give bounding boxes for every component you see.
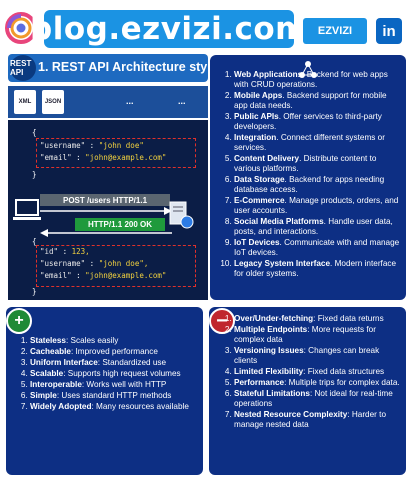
blog-url-banner[interactable]: blog.ezvizi.com bbox=[30, 10, 307, 48]
more-formats-ellipsis: ... bbox=[126, 96, 134, 106]
list-item: Social Media Platforms. Handle user data… bbox=[234, 217, 402, 237]
list-item: Stateless: Scales easily bbox=[30, 336, 200, 346]
list-item: Multiple Endpoints: More requests for co… bbox=[234, 325, 402, 345]
response-line: "id" : 123, bbox=[40, 247, 90, 256]
list-item: Simple: Uses standard HTTP methods bbox=[30, 391, 200, 401]
linkedin-icon[interactable]: in bbox=[376, 18, 402, 44]
list-item: Content Delivery. Distribute content to … bbox=[234, 154, 402, 174]
list-item: Versioning Issues: Changes can break cli… bbox=[234, 346, 402, 366]
rest-api-badge-icon: REST API bbox=[10, 55, 36, 81]
server-globe-icon bbox=[169, 201, 194, 229]
request-line: "username" : "john doe" bbox=[40, 141, 144, 150]
page-title: 1. REST API Architecture style bbox=[38, 60, 218, 74]
ezvizi-badge[interactable]: EZVIZI bbox=[303, 18, 367, 44]
more-formats-ellipsis: ... bbox=[178, 96, 186, 106]
response-line: "username" : "john doe", bbox=[40, 259, 149, 268]
request-line: "email" : "john@example.com" bbox=[40, 153, 167, 162]
json-file-icon: JSON bbox=[42, 90, 64, 114]
list-item: Stateful Limitations: Not ideal for real… bbox=[234, 389, 402, 409]
list-item: Public APIs. Offer services to third-par… bbox=[234, 112, 402, 132]
use-cases-list: Web Applications. Backend for web apps w… bbox=[216, 70, 402, 279]
pros-plus-icon: + bbox=[6, 308, 32, 334]
list-item: Mobile Apps. Backend support for mobile … bbox=[234, 91, 402, 111]
response-line: "email" : "john@example.com" bbox=[40, 271, 167, 280]
list-item: IoT Devices. Communicate with and manage… bbox=[234, 238, 402, 258]
list-item: Limited Flexibility: Fixed data structur… bbox=[234, 367, 402, 377]
request-close-brace: } bbox=[32, 170, 37, 179]
post-request-label: POST /users HTTP/1.1 bbox=[40, 194, 170, 206]
list-item: Scalable: Supports high request volumes bbox=[30, 369, 200, 379]
response-arrow-icon bbox=[40, 229, 172, 237]
use-cases-list-container: Web Applications. Backend for web apps w… bbox=[216, 70, 402, 280]
list-item: Cacheable: Improved performance bbox=[30, 347, 200, 357]
cons-list: Over/Under-fetching: Fixed data returns … bbox=[216, 314, 402, 430]
list-item: Integration. Connect different systems o… bbox=[234, 133, 402, 153]
pros-list-container: Stateless: Scales easily Cacheable: Impr… bbox=[12, 336, 200, 413]
list-item: Over/Under-fetching: Fixed data returns bbox=[234, 314, 402, 324]
list-item: E-Commerce. Manage products, orders, and… bbox=[234, 196, 402, 216]
list-item: Interoperable: Works well with HTTP bbox=[30, 380, 200, 390]
list-item: Legacy System Interface. Modern interfac… bbox=[234, 259, 402, 279]
xml-file-icon: XML bbox=[14, 90, 36, 114]
list-item: Nested Resource Complexity: Harder to ma… bbox=[234, 410, 402, 430]
request-arrow-icon bbox=[40, 207, 172, 215]
list-item: Web Applications. Backend for web apps w… bbox=[234, 70, 402, 90]
client-laptop-icon bbox=[13, 199, 41, 220]
list-item: Data Storage. Backend for apps needing d… bbox=[234, 175, 402, 195]
pros-list: Stateless: Scales easily Cacheable: Impr… bbox=[12, 336, 200, 412]
cons-list-container: Over/Under-fetching: Fixed data returns … bbox=[216, 314, 402, 431]
request-open-brace: { bbox=[32, 128, 37, 137]
list-item: Performance: Multiple trips for complex … bbox=[234, 378, 402, 388]
response-close-brace: } bbox=[32, 287, 37, 296]
list-item: Widely Adopted: Many resources available bbox=[30, 402, 200, 412]
list-item: Uniform Interface: Standardized use bbox=[30, 358, 200, 368]
